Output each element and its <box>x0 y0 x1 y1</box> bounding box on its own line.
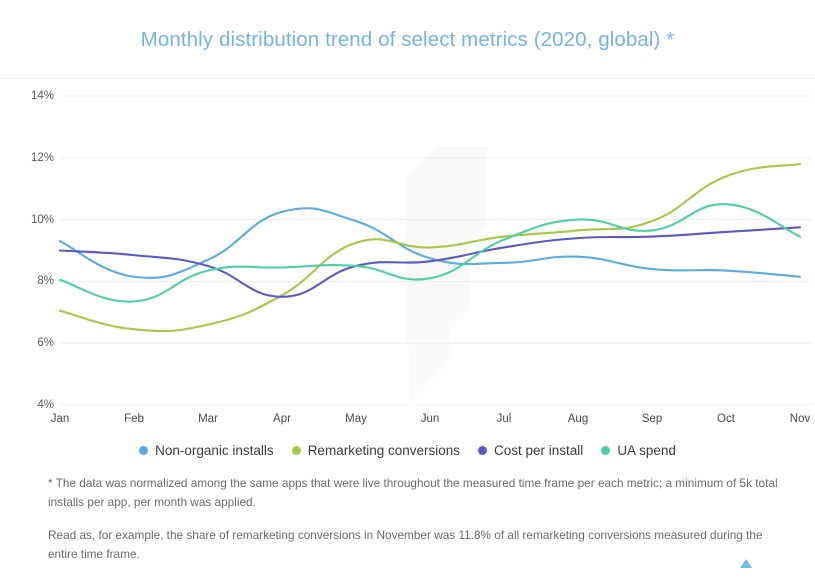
y-axis-tick-label: 10% <box>30 213 54 226</box>
legend-dot-remarketing-conversions <box>291 446 301 455</box>
chart-plot-area: 4% 6% 8% 10% 12% 14% <box>0 78 815 413</box>
legend-dot-ua-spend <box>601 446 611 455</box>
x-axis-tick-label-may: May <box>345 413 367 425</box>
x-axis-tick-label-jun: Jun <box>420 413 440 425</box>
legend-dot-non-organic-installs <box>139 446 149 455</box>
y-axis-tick-label: 4% <box>37 399 54 411</box>
y-axis-tick-label: 8% <box>37 275 54 288</box>
footnote-read-as: Read as, for example, the share of remar… <box>48 528 763 561</box>
legend-item-label: Non-organic installs <box>155 443 274 458</box>
legend-item-label: Remarketing conversions <box>307 443 461 458</box>
corner-accent-icon <box>740 559 752 568</box>
page-title: Monthly distribution trend of select met… <box>140 28 675 51</box>
legend-dot-cost-per-install <box>478 446 488 455</box>
chart-canvas <box>58 95 812 406</box>
x-axis-tick-label-jul: Jul <box>496 413 512 425</box>
legend-item-label: UA spend <box>617 443 676 458</box>
x-axis-tick-label-nov: Nov <box>789 413 811 425</box>
legend-item-remarketing-conversions[interactable]: Remarketing conversions <box>291 443 461 458</box>
x-axis-tick-label-oct: Oct <box>717 413 735 425</box>
legend-item-non-organic-installs[interactable]: Non-organic installs <box>139 443 274 458</box>
legend-item-cost-per-install[interactable]: Cost per install <box>478 443 583 458</box>
legend-item-label: Cost per install <box>494 443 584 458</box>
y-axis-labels: 4% 6% 8% 10% 12% 14% <box>0 78 60 413</box>
y-axis-tick-label: 14% <box>30 90 54 102</box>
x-axis-tick-label-sep: Sep <box>641 413 663 425</box>
chart-legend: Non-organic installs Remarketing conversi… <box>0 443 815 458</box>
y-axis-tick-label: 6% <box>37 337 54 350</box>
x-axis-tick-label-aug: Aug <box>567 413 589 425</box>
chart-page: Monthly distribution trend of select met… <box>0 0 815 571</box>
footnotes: * The data was normalized among the same… <box>48 474 778 578</box>
y-axis-tick-label: 12% <box>30 151 54 164</box>
x-axis-tick-label-feb: Feb <box>124 413 144 425</box>
x-axis-tick-label-jan: Jan <box>50 413 70 425</box>
x-axis-labels: Jan Feb Mar Apr May Jun Jul Aug Sep Oct Nov <box>0 413 815 435</box>
footnote-normalization: * The data was normalized among the same… <box>48 476 778 509</box>
x-axis-tick-label-mar: Mar <box>198 413 218 425</box>
x-axis-tick-label-apr: Apr <box>273 413 291 425</box>
legend-item-ua-spend[interactable]: UA spend <box>601 443 676 458</box>
